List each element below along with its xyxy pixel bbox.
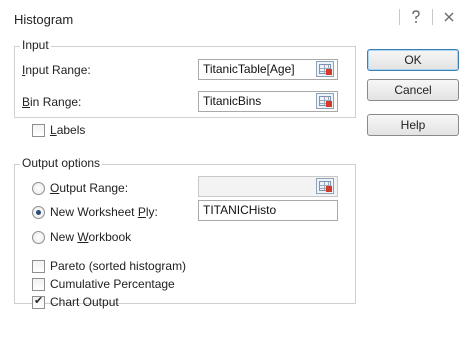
new-worksheet-label[interactable]: New Worksheet Ply:	[50, 205, 158, 219]
cumulative-percentage-checkbox[interactable]	[32, 278, 45, 291]
new-worksheet-radio[interactable]	[32, 206, 45, 219]
chart-output-checkbox[interactable]: ✔	[32, 295, 45, 309]
input-group-label: Input	[20, 38, 51, 52]
cumulative-percentage-label[interactable]: Cumulative Percentage	[50, 277, 175, 291]
labels-label[interactable]: Labels	[50, 123, 85, 137]
bin-range-collapse-icon[interactable]	[316, 93, 334, 109]
pareto-label[interactable]: Pareto (sorted histogram)	[50, 259, 186, 273]
output-range-label[interactable]: Output Range:	[50, 181, 128, 195]
divider	[432, 9, 433, 25]
new-worksheet-field[interactable]: TITANICHisto	[198, 200, 338, 221]
ok-button[interactable]: OK	[367, 49, 459, 71]
pareto-checkbox[interactable]	[32, 260, 45, 273]
new-workbook-radio[interactable]	[32, 231, 45, 244]
output-options-label: Output options	[20, 156, 103, 170]
new-workbook-label[interactable]: New Workbook	[50, 230, 131, 244]
chart-output-label[interactable]: Chart Output	[50, 295, 119, 309]
question-icon[interactable]	[402, 6, 430, 28]
divider	[399, 9, 400, 25]
checkmark-icon: ✔	[34, 295, 44, 307]
output-range-collapse-icon[interactable]	[316, 178, 334, 194]
labels-checkbox[interactable]	[32, 124, 45, 137]
dialog-title: Histogram	[14, 12, 74, 27]
output-range-radio[interactable]	[32, 182, 45, 195]
cancel-button[interactable]: Cancel	[367, 79, 459, 101]
title-bar-controls	[397, 6, 463, 28]
radio-selected-dot	[36, 210, 41, 215]
help-button[interactable]: Help	[367, 114, 459, 136]
histogram-dialog: Histogram Input Input Range: TitanicTabl…	[0, 0, 473, 342]
close-icon[interactable]	[435, 6, 463, 28]
input-range-label: Input Range:	[22, 63, 91, 77]
bin-range-label: Bin Range:	[22, 95, 82, 109]
input-range-collapse-icon[interactable]	[316, 61, 334, 77]
